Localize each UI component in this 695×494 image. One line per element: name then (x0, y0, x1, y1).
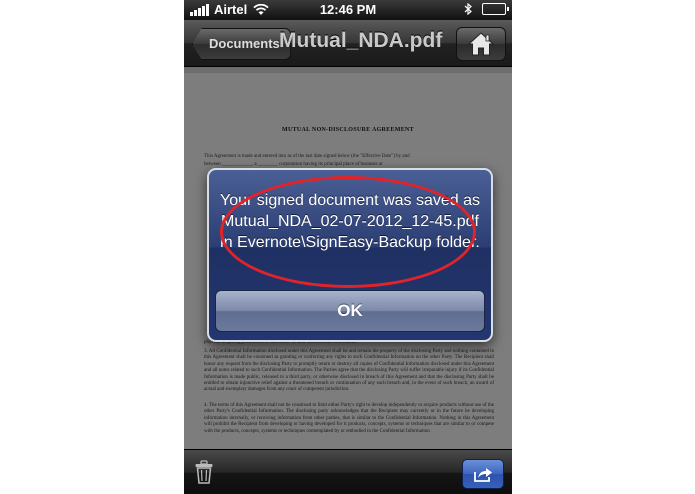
bottom-toolbar (184, 449, 512, 494)
ok-button[interactable]: OK (215, 290, 485, 332)
battery-icon (482, 3, 509, 15)
page-title: Mutual_NDA.pdf (279, 29, 443, 52)
share-button[interactable] (462, 459, 504, 489)
alert-message: Your signed document was saved as Mutual… (219, 192, 480, 251)
share-icon (474, 468, 492, 482)
bluetooth-icon (464, 3, 472, 15)
home-button[interactable] (456, 27, 506, 61)
save-confirmation-alert: Your signed document was saved as Mutual… (207, 168, 493, 342)
navigation-bar: Documents Mutual_NDA.pdf (184, 20, 512, 67)
delete-button[interactable] (194, 460, 214, 489)
home-icon (467, 32, 495, 56)
trash-icon (195, 460, 213, 484)
documents-back-button[interactable]: Documents (192, 28, 291, 60)
status-bar: Airtel 12:46 PM (184, 0, 512, 20)
phone-screen: Airtel 12:46 PM Documents Mutual_NDA.pdf (184, 0, 512, 494)
status-right-group (464, 3, 509, 15)
status-time: 12:46 PM (319, 2, 377, 17)
